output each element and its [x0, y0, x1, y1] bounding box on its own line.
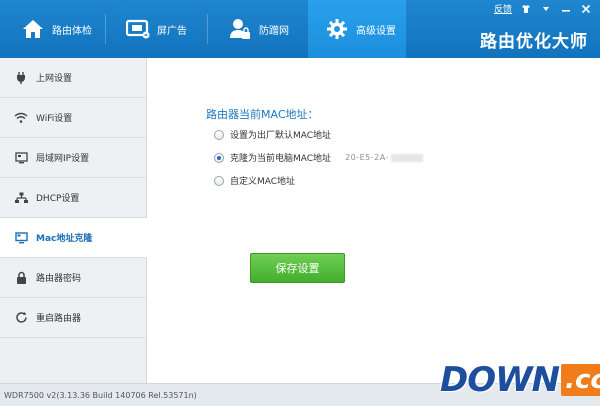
- monitor-icon: [14, 231, 28, 245]
- minimize-icon[interactable]: [560, 3, 572, 15]
- user-lock-icon: [227, 16, 253, 42]
- sidebar-item-router-password[interactable]: 路由器密码: [0, 258, 146, 298]
- mac-section-title: 路由器当前MAC地址：: [206, 108, 319, 121]
- feedback-link[interactable]: 反馈: [494, 2, 512, 15]
- top-nav-bar: 路由体检 屏广告 防蹭网 高级设置 反馈 路由优化大师: [0, 0, 600, 58]
- refresh-icon: [14, 311, 28, 325]
- current-mac-value: 20-E5-2A-: [345, 153, 423, 162]
- tab-advanced-settings[interactable]: 高级设置: [308, 0, 406, 58]
- window-controls: 反馈: [494, 2, 592, 15]
- sidebar-item-lan-ip-settings[interactable]: 局域网IP设置: [0, 138, 146, 178]
- tab-router-checkup[interactable]: 路由体检: [0, 0, 103, 58]
- tab-screen-ads[interactable]: 屏广告: [107, 0, 206, 58]
- lan-icon: [14, 151, 28, 165]
- option-factory-default-mac[interactable]: 设置为出厂默认MAC地址: [214, 128, 331, 141]
- tab-anti-leech[interactable]: 防蹭网: [209, 0, 307, 58]
- sidebar-item-internet-settings[interactable]: 上网设置: [0, 58, 146, 98]
- sidebar-item-dhcp-settings[interactable]: DHCP设置: [0, 178, 146, 218]
- close-icon[interactable]: [580, 3, 592, 15]
- option-custom-mac[interactable]: 自定义MAC地址: [214, 174, 295, 187]
- lock-icon: [14, 271, 28, 285]
- site-watermark: DOWN .cc: [440, 360, 600, 400]
- watermark-suffix: .cc: [561, 364, 600, 396]
- mac-redacted: [390, 153, 423, 162]
- main-panel: 路由器当前MAC地址： 设置为出厂默认MAC地址 克隆为当前电脑MAC地址 20…: [148, 58, 600, 383]
- brand-title: 路由优化大师: [480, 32, 588, 52]
- tab-divider: [207, 14, 208, 44]
- tab-divider: [105, 14, 106, 44]
- sidebar-item-mac-clone[interactable]: Mac地址克隆: [0, 218, 147, 258]
- watermark-text: DOWN: [440, 360, 560, 400]
- radio-factory-default[interactable]: [214, 129, 224, 140]
- radio-custom-mac[interactable]: [214, 175, 224, 186]
- menu-icon[interactable]: [540, 3, 552, 15]
- sidebar-item-wifi-settings[interactable]: WiFi设置: [0, 98, 146, 138]
- firmware-version: WDR7500 v2(3.13.36 Build 140706 Rel.5357…: [4, 390, 197, 400]
- save-settings-button[interactable]: 保存设置: [250, 253, 345, 283]
- sidebar-item-restart-router[interactable]: 重启路由器: [0, 298, 146, 338]
- plug-icon: [14, 71, 28, 85]
- radio-clone-pc[interactable]: [214, 152, 224, 163]
- sidebar: 上网设置 WiFi设置 局域网IP设置 DHCP设置 Mac地址克隆 路由器密码: [0, 58, 147, 383]
- network-tree-icon: [14, 191, 28, 205]
- skin-icon[interactable]: [520, 3, 532, 15]
- wifi-icon: [14, 111, 28, 125]
- option-clone-pc-mac[interactable]: 克隆为当前电脑MAC地址 20-E5-2A-: [214, 151, 423, 164]
- screen-ad-icon: [125, 16, 151, 42]
- home-icon: [20, 16, 46, 42]
- gear-icon: [324, 16, 350, 42]
